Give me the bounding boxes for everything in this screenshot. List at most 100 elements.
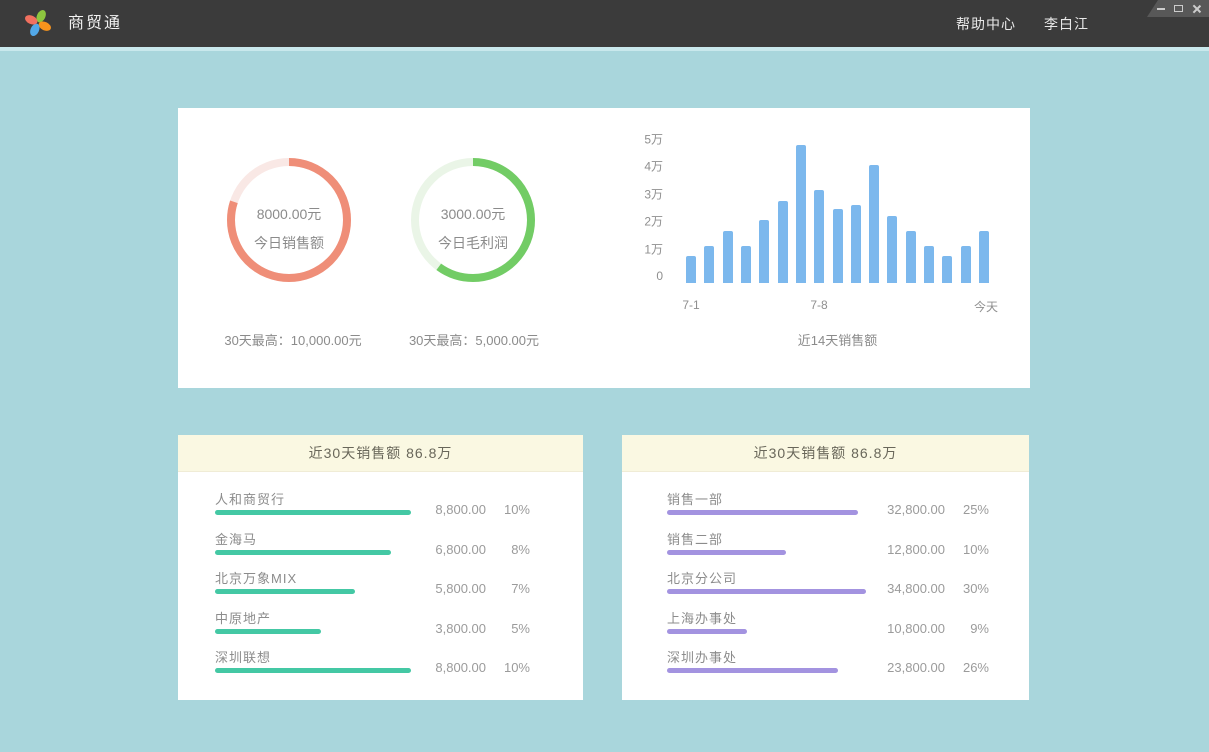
y-axis-tick: 1万 xyxy=(644,240,663,257)
today-profit-caption: 今日毛利润 xyxy=(403,233,543,253)
titlebar-highlight-strip xyxy=(0,47,1209,51)
rank-row-percent: 10% xyxy=(959,542,989,557)
y-axis-tick: 2万 xyxy=(644,213,663,230)
rank-row-bar xyxy=(215,668,411,673)
rank-row-values: 34,800.00 30% xyxy=(887,581,989,596)
today-sales-caption: 今日销售额 xyxy=(219,233,359,253)
rank-row-percent: 5% xyxy=(500,621,530,636)
rank-row-amount: 6,800.00 xyxy=(435,542,486,557)
bar xyxy=(833,209,843,283)
rank-row-name: 中原地产 xyxy=(215,608,271,627)
rank-row-amount: 3,800.00 xyxy=(435,621,486,636)
rank-row-values: 5,800.007% xyxy=(435,581,530,596)
bar xyxy=(686,256,696,283)
rank-row: 中原地产 3,800.00 5% xyxy=(215,608,530,648)
rank-row-values: 10,800.00 9% xyxy=(887,621,989,636)
rank-row-bar xyxy=(667,589,866,594)
rank-row-amount: 10,800.00 xyxy=(887,621,945,636)
rank-row-values: 8,800.00 10% xyxy=(435,502,530,517)
rank-row-amount: 5,800.00 xyxy=(435,581,486,596)
maximize-icon[interactable] xyxy=(1174,5,1183,12)
profit-30day-max-label: 30天最高：5,000.00元 xyxy=(364,330,584,349)
user-name-link[interactable]: 李白江 xyxy=(1044,14,1089,34)
bar-chart-title: 近14天销售额 xyxy=(686,330,989,349)
rank-card-title: 近30天销售额 86.8万 xyxy=(622,435,1029,472)
today-sales-value: 8000.00元 xyxy=(219,204,359,224)
rank-row-name: 人和商贸行 xyxy=(215,489,285,508)
rank-row-bar xyxy=(215,550,391,555)
rank-row-percent: 10% xyxy=(500,660,530,675)
bar-chart-bars xyxy=(686,145,989,283)
rank-row-percent: 10% xyxy=(500,502,530,517)
customer-sales-rank-card: 近30天销售额 86.8万 人和商贸行 8,800.00 10% 金海马 6,800.0… xyxy=(178,435,583,700)
rank-row-percent: 26% xyxy=(959,660,989,675)
rank-card-title: 近30天销售额 86.8万 xyxy=(178,435,583,472)
rank-row: 深圳办事处 23,800.00 26% xyxy=(667,647,989,687)
y-axis-tick: 5万 xyxy=(644,131,663,148)
rank-row-values: 12,800.00 10% xyxy=(887,542,989,557)
bar xyxy=(887,216,897,283)
bar xyxy=(851,205,861,283)
rank-row: 北京万象MIX 5,800.007% xyxy=(215,568,530,608)
help-center-link[interactable]: 帮助中心 xyxy=(956,14,1016,34)
y-axis-tick: 3万 xyxy=(644,185,663,202)
rank-row: 深圳联想 8,800.00 10% xyxy=(215,647,530,687)
rank-row: 北京分公司 34,800.00 30% xyxy=(667,568,989,608)
minimize-icon[interactable] xyxy=(1157,8,1165,10)
rank-row-amount: 8,800.00 xyxy=(435,660,486,675)
donut-center-text: 3000.00元 今日毛利润 xyxy=(403,204,543,253)
rank-row-percent: 30% xyxy=(959,581,989,596)
titlebar: 商贸通 帮助中心 李白江 xyxy=(0,0,1209,47)
rank-row-values: 6,800.00 8% xyxy=(435,542,530,557)
bar xyxy=(924,246,934,283)
rank-row-values: 23,800.00 26% xyxy=(887,660,989,675)
rank-row: 人和商贸行 8,800.00 10% xyxy=(215,489,530,529)
rank-row-name: 深圳联想 xyxy=(215,647,271,666)
rank-row-name: 销售二部 xyxy=(667,529,723,548)
rank-row-percent: 8% xyxy=(500,542,530,557)
rank-row-bar xyxy=(667,510,858,515)
rank-row-amount: 12,800.00 xyxy=(887,542,945,557)
rank-row-name: 北京万象MIX xyxy=(215,568,297,587)
bar-chart-y-axis: 5万4万3万2万1万0 xyxy=(618,139,663,294)
rank-row: 销售一部32,800.0025% xyxy=(667,489,989,529)
y-axis-tick: 4万 xyxy=(644,158,663,175)
y-axis-tick: 0 xyxy=(656,269,663,283)
rank-row-bar xyxy=(215,510,411,515)
bar xyxy=(759,220,769,283)
rank-row-bar xyxy=(667,668,838,673)
rank-row-bar xyxy=(667,629,747,634)
rank-row-amount: 8,800.00 xyxy=(435,502,486,517)
rank-row-amount: 32,800.00 xyxy=(887,502,945,517)
rank-row: 金海马 6,800.00 8% xyxy=(215,529,530,569)
bar xyxy=(979,231,989,283)
bar xyxy=(796,145,806,283)
department-sales-rank-card: 近30天销售额 86.8万 销售一部32,800.0025%销售二部12,800… xyxy=(622,435,1029,700)
bar xyxy=(942,256,952,283)
rank-row-percent: 25% xyxy=(959,502,989,517)
rank-row-name: 北京分公司 xyxy=(667,568,737,587)
close-icon[interactable] xyxy=(1192,4,1201,13)
rank-row-bar xyxy=(215,629,321,634)
rank-row-name: 金海马 xyxy=(215,529,257,548)
rank-row-bar xyxy=(215,589,355,594)
rank-row-amount: 23,800.00 xyxy=(887,660,945,675)
rank-rows: 销售一部32,800.0025%销售二部12,800.0010%北京分公司34,… xyxy=(667,489,989,700)
app-logo-pinwheel-icon xyxy=(24,9,52,37)
today-sales-donut-chart: 8000.00元 今日销售额 xyxy=(219,150,359,290)
rank-row-name: 上海办事处 xyxy=(667,608,737,627)
bar xyxy=(906,231,916,283)
app-title: 商贸通 xyxy=(68,0,122,47)
app-window: { "window": { "app_title": "商贸通", "nav":… xyxy=(0,0,1209,752)
today-profit-donut-chart: 3000.00元 今日毛利润 xyxy=(403,150,543,290)
rank-row-values: 32,800.00 25% xyxy=(887,502,989,517)
rank-row-values: 8,800.00 10% xyxy=(435,660,530,675)
rank-row-name: 深圳办事处 xyxy=(667,647,737,666)
rank-row-bar xyxy=(667,550,786,555)
rank-row: 销售二部 12,800.00 10% xyxy=(667,529,989,569)
rank-row-amount: 34,800.00 xyxy=(887,581,945,596)
rank-row-percent: 9% xyxy=(959,621,989,636)
bar xyxy=(814,190,824,283)
overview-card: 8000.00元 今日销售额 30天最高：10,000.00元 3000.00元… xyxy=(178,108,1030,388)
x-axis-tick: 7-8 xyxy=(797,298,841,312)
